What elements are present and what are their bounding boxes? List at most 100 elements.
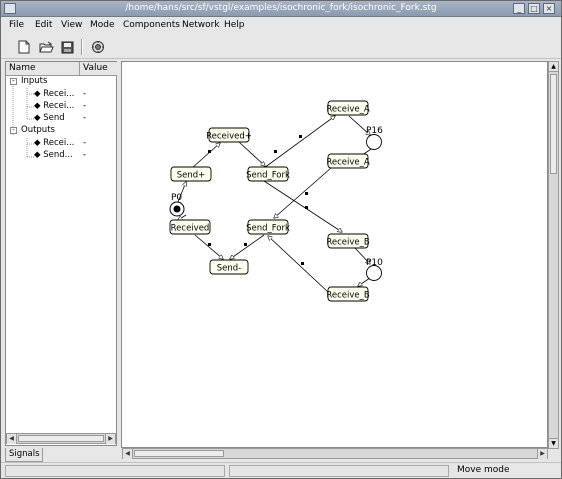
transition-send-fork-bottom[interactable]: Send_Fork [246,219,290,235]
network-icon[interactable] [89,38,107,56]
implicit-place-dot [274,150,277,153]
transition-label: Received+ [206,132,252,142]
transition-received-plus[interactable]: Received+ [206,127,252,143]
status-mode: Move mode [457,465,510,475]
transition-send-minus[interactable]: Send- [209,259,249,275]
column-header-value[interactable]: Value [80,62,117,76]
status-segment [5,465,225,477]
transition-send-fork-top[interactable]: Send_Fork [246,166,290,182]
arc [230,234,265,259]
signal-value: - [83,89,87,99]
transition-label: Receive_A [326,105,370,115]
menu-file[interactable]: File [9,20,24,30]
new-document-icon[interactable] [15,38,33,56]
left-horizontal-scrollbar[interactable]: ◀ ▶ [6,433,116,444]
canvas-horizontal-scrollbar[interactable]: ◀ ▶ [122,448,548,459]
scroll-down-icon[interactable]: ▼ [549,438,558,448]
scroll-right-icon[interactable]: ▶ [537,449,547,459]
transition-label: Receive_A [326,158,370,168]
minimize-icon[interactable]: _ [513,3,525,14]
stg-graph[interactable]: P16 P0 P10 Receive_A Received+ Receive_A… [122,62,547,447]
transition-receive-b-top[interactable]: Receive_B [326,233,370,249]
canvas-vertical-scrollbar[interactable]: ▲ ▼ [548,61,559,449]
tree-group-outputs[interactable]: Outputs [21,125,55,135]
implicit-place-dot [299,135,302,138]
signal-name: Send... [43,150,73,160]
transition-label: Send_Fork [246,224,290,234]
scroll-thumb[interactable] [550,74,557,174]
signal-row[interactable]: ◆ Send [34,113,65,123]
signal-diamond-icon: ◆ [34,89,41,99]
implicit-place-dot [305,206,308,209]
transition-label: Send_Fork [246,171,290,181]
place-p16[interactable]: P16 [366,126,383,150]
scroll-left-icon[interactable]: ◀ [7,434,17,444]
signal-name: Send [43,113,65,123]
implicit-place-dot [208,150,211,153]
stg-canvas[interactable]: P16 P0 P10 Receive_A Received+ Receive_A… [121,61,548,459]
arc [263,116,335,169]
transition-label: Receive_B [326,238,370,248]
scroll-right-icon[interactable]: ▶ [105,434,115,444]
scroll-up-icon[interactable]: ▲ [549,62,558,72]
signal-row[interactable]: ◆ Recei... [34,138,74,148]
scroll-left-icon[interactable]: ◀ [123,449,133,459]
tree-group-inputs[interactable]: Inputs [21,76,47,86]
outputs-expander[interactable]: - [10,127,17,134]
signal-value: - [83,138,87,148]
maximize-icon[interactable]: □ [528,3,540,14]
signal-value: - [83,113,87,123]
menu-network[interactable]: Network [182,20,220,30]
signal-row[interactable]: ◆ Send... [34,150,73,160]
signal-name: Recei... [43,89,75,99]
signal-name: Recei... [43,138,75,148]
arc [191,143,220,169]
transition-receive-a-top[interactable]: Receive_A [326,100,370,116]
window-title: /home/hans/src/sf/vstgl/examples/isochro… [125,3,437,13]
arc [194,234,223,259]
toolbar-separator [81,39,83,55]
title-bar[interactable]: /home/hans/src/sf/vstgl/examples/isochro… [1,1,561,17]
signal-value: - [83,150,87,160]
signal-row[interactable]: ◆ Recei... [34,101,74,111]
scroll-thumb[interactable] [134,450,224,457]
implicit-place-dot [244,243,247,246]
status-segment [229,465,449,477]
scroll-thumb[interactable] [18,435,104,442]
signal-name: Recei... [43,101,75,111]
status-bar: Move mode [1,462,561,478]
signal-diamond-icon: ◆ [34,150,41,160]
transition-label: Received [171,224,210,234]
place-p0[interactable]: P0 [169,193,185,217]
toolbar [1,35,561,59]
open-folder-icon[interactable] [37,38,55,56]
implicit-place-dot [208,243,211,246]
transition-send-plus[interactable]: Send+ [170,166,212,182]
arc [358,277,371,286]
signals-tree-panel: Name Value - Inputs ◆ Recei... - ◆ Recei… [5,61,117,446]
transition-receive-a-mid[interactable]: Receive_A [326,153,370,169]
transition-receive-b-bottom[interactable]: Receive_B [326,286,370,302]
transition-label: Send- [217,264,241,274]
menu-bar: File Edit View Mode Components Network H… [1,18,561,34]
arc [238,141,265,166]
signal-value: - [83,101,87,111]
menu-components[interactable]: Components [123,20,180,30]
inputs-expander[interactable]: - [10,78,17,85]
signal-row[interactable]: ◆ Recei... [34,89,74,99]
tab-signals[interactable]: Signals [5,448,43,462]
menu-edit[interactable]: Edit [35,20,52,30]
place-p10[interactable]: P10 [366,258,383,281]
save-disk-icon[interactable] [58,38,76,56]
menu-view[interactable]: View [61,20,82,30]
menu-help[interactable]: Help [224,20,245,30]
menu-mode[interactable]: Mode [90,20,115,30]
implicit-place-dot [305,192,308,195]
application-window: /home/hans/src/sf/vstgl/examples/isochro… [0,0,562,479]
place-label: P0 [171,193,182,203]
signal-diamond-icon: ◆ [34,101,41,111]
column-header-name[interactable]: Name [6,62,80,76]
signal-diamond-icon: ◆ [34,113,41,123]
transition-received-minus[interactable]: Received [169,219,211,235]
close-icon[interactable]: × [543,3,555,14]
